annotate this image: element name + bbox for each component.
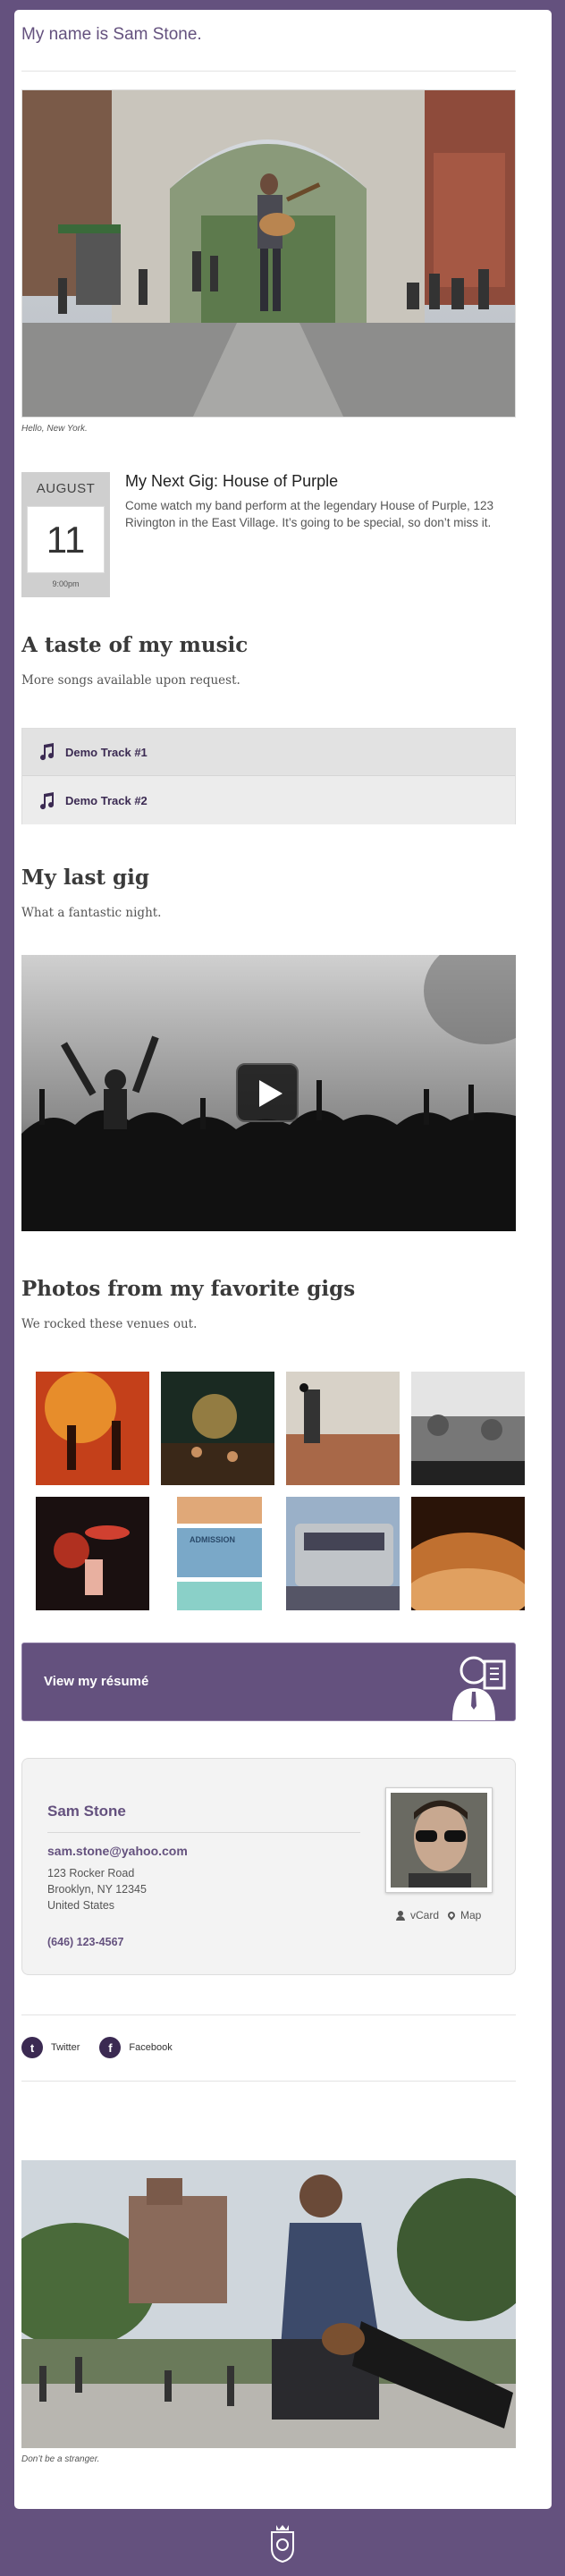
vcard-divider xyxy=(47,1832,360,1833)
resume-button[interactable]: View my résumé xyxy=(21,1643,516,1721)
last-gig-lede: What a fantastic night. xyxy=(21,906,162,920)
ticket-label: ADMISSION xyxy=(190,1535,236,1544)
vcard-name: Sam Stone xyxy=(47,1803,126,1820)
gallery-thumb[interactable] xyxy=(411,1497,525,1610)
gig-time: 9:00pm xyxy=(52,579,80,588)
resume-person-icon xyxy=(452,1656,506,1720)
music-lede: More songs available upon request. xyxy=(21,673,240,688)
bottom-photo xyxy=(21,2160,516,2448)
divider xyxy=(21,2081,516,2082)
facebook-icon[interactable]: f xyxy=(99,2037,122,2058)
gallery-thumb[interactable] xyxy=(411,1372,525,1485)
play-button[interactable] xyxy=(236,1063,299,1122)
vcard-phone[interactable]: (646) 123-4567 xyxy=(47,1936,123,1948)
track-list: Demo Track #1 Demo Track #2 xyxy=(21,728,516,824)
person-icon xyxy=(396,1910,405,1921)
gig-month: AUGUST xyxy=(36,481,96,496)
avatar xyxy=(385,1787,493,1893)
site-title: My name is Sam Stone. xyxy=(21,25,202,44)
divider xyxy=(21,2014,516,2015)
footer-crest-icon[interactable] xyxy=(266,2523,299,2563)
social-link-facebook[interactable]: Facebook xyxy=(129,2042,172,2053)
map-link[interactable]: Map xyxy=(460,1909,481,1921)
hero-caption: Hello, New York. xyxy=(21,424,88,434)
resume-label: View my résumé xyxy=(44,1674,149,1689)
social-links: t Twitter f Facebook xyxy=(21,2034,516,2061)
photos-lede: We rocked these venues out. xyxy=(21,1317,198,1331)
vcard-link[interactable]: vCard xyxy=(410,1909,439,1921)
bottom-caption: Don’t be a stranger. xyxy=(21,2454,100,2464)
gallery-thumb[interactable]: ADMISSION xyxy=(161,1497,274,1610)
gallery-thumb[interactable] xyxy=(161,1372,274,1485)
track-label: Demo Track #2 xyxy=(65,794,148,807)
track-label: Demo Track #1 xyxy=(65,745,148,759)
video-player[interactable] xyxy=(21,955,516,1231)
music-note-icon xyxy=(40,743,55,761)
last-gig-heading: My last gig xyxy=(21,866,149,890)
photos-heading: Photos from my favorite gigs xyxy=(21,1277,356,1301)
track-item[interactable]: Demo Track #2 xyxy=(22,777,515,824)
vcard-email[interactable]: sam.stone@yahoo.com xyxy=(47,1844,188,1858)
vcard-address-line: United States xyxy=(47,1899,115,1912)
gig-description: Come watch my band perform at the legend… xyxy=(125,499,493,529)
gallery-thumb[interactable] xyxy=(286,1372,400,1485)
vcard-address-line: 123 Rocker Road xyxy=(47,1867,135,1879)
hero-photo xyxy=(21,89,516,418)
vcard: Sam Stone sam.stone@yahoo.com 123 Rocker… xyxy=(21,1758,516,1975)
vcard-address-line: Brooklyn, NY 12345 xyxy=(47,1883,147,1896)
gallery-thumb[interactable] xyxy=(36,1372,149,1485)
music-note-icon xyxy=(40,791,55,809)
gig-day: 11 xyxy=(27,506,105,573)
gig-date-box: AUGUST 11 9:00pm xyxy=(21,472,110,597)
social-link-twitter[interactable]: Twitter xyxy=(51,2042,80,2053)
divider xyxy=(21,71,516,72)
gig-title: My Next Gig: House of Purple xyxy=(125,472,339,490)
vcard-links: vCard Map xyxy=(396,1909,481,1921)
music-heading: A taste of my music xyxy=(21,633,249,657)
gallery-thumb[interactable] xyxy=(286,1497,400,1610)
track-item[interactable]: Demo Track #1 xyxy=(22,729,515,776)
gallery-thumb[interactable] xyxy=(36,1497,149,1610)
map-pin-icon xyxy=(446,1910,457,1921)
twitter-icon[interactable]: t xyxy=(21,2037,43,2058)
